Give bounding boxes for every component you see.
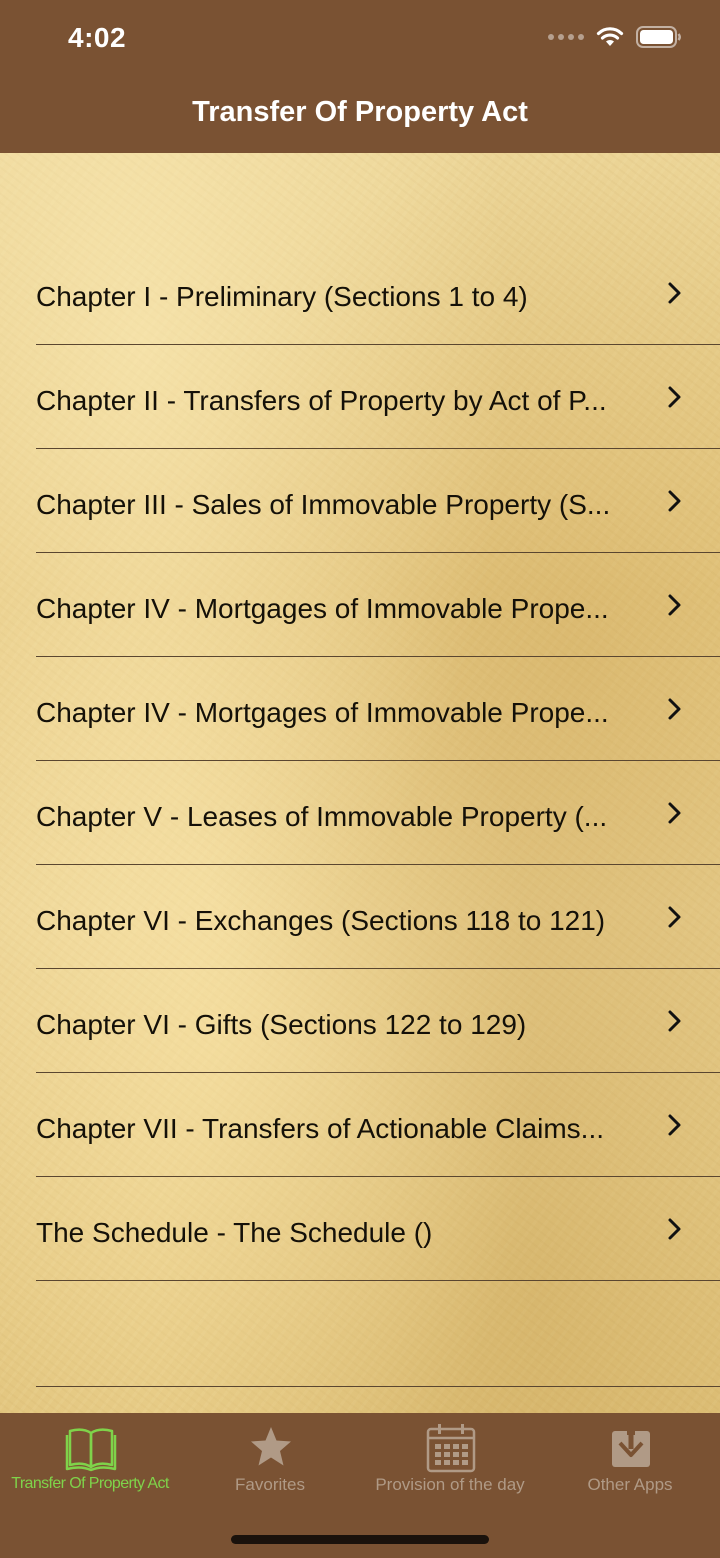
list-divider bbox=[36, 1386, 720, 1387]
page-title: Transfer Of Property Act bbox=[192, 96, 528, 128]
tab-other-apps[interactable]: Other Apps bbox=[540, 1413, 720, 1513]
chevron-right-icon bbox=[668, 1010, 681, 1032]
list-item[interactable]: Chapter VI - Exchanges (Sections 118 to … bbox=[36, 865, 720, 969]
list-item-label: Chapter VI - Gifts (Sections 122 to 129) bbox=[36, 1009, 527, 1040]
list-item[interactable]: Chapter I - Preliminary (Sections 1 to 4… bbox=[36, 241, 720, 345]
list-item-label: Chapter V - Leases of Immovable Property… bbox=[36, 801, 608, 832]
book-icon bbox=[65, 1428, 117, 1472]
list-item[interactable]: Chapter III - Sales of Immovable Propert… bbox=[36, 449, 720, 553]
battery-icon bbox=[636, 26, 681, 48]
tab-label: Transfer Of Property Act bbox=[11, 1475, 169, 1492]
signal-dots-icon bbox=[548, 34, 584, 40]
list-item-label: The Schedule - The Schedule () bbox=[36, 1217, 433, 1248]
chevron-right-icon bbox=[668, 802, 681, 824]
top-bar: 4:02 Transfer Of Property Act bbox=[0, 0, 720, 153]
chevron-right-icon bbox=[668, 594, 681, 616]
tab-label: Other Apps bbox=[587, 1475, 673, 1494]
list-item[interactable]: Chapter VI - Gifts (Sections 122 to 129) bbox=[36, 969, 720, 1073]
list-item-label: Chapter IV - Mortgages of Immovable Prop… bbox=[36, 697, 609, 728]
list-item[interactable]: Chapter IV - Mortgages of Immovable Prop… bbox=[36, 553, 720, 657]
status-time: 4:02 bbox=[68, 22, 127, 53]
tab-label: Provision of the day bbox=[375, 1475, 525, 1494]
list-item[interactable]: Chapter II - Transfers of Property by Ac… bbox=[36, 345, 720, 449]
tab-transfer-of-property-act[interactable]: Transfer Of Property Act bbox=[0, 1413, 180, 1513]
chevron-right-icon bbox=[668, 490, 681, 512]
list-item-label: Chapter VII - Transfers of Actionable Cl… bbox=[36, 1113, 605, 1144]
chevron-right-icon bbox=[668, 282, 681, 304]
home-indicator[interactable] bbox=[231, 1535, 489, 1544]
tab-provision-of-the-day[interactable]: Provision of the day bbox=[360, 1413, 540, 1513]
chevron-right-icon bbox=[668, 906, 681, 928]
chevron-right-icon bbox=[668, 1114, 681, 1136]
chevron-right-icon bbox=[668, 386, 681, 408]
list-item[interactable]: Chapter V - Leases of Immovable Property… bbox=[36, 761, 720, 865]
list-item-label: Chapter I - Preliminary (Sections 1 to 4… bbox=[36, 281, 528, 312]
list-item-label: Chapter VI - Exchanges (Sections 118 to … bbox=[36, 905, 606, 936]
chapter-list: Chapter I - Preliminary (Sections 1 to 4… bbox=[0, 241, 720, 1281]
list-item-label: Chapter IV - Mortgages of Immovable Prop… bbox=[36, 593, 609, 624]
list-item-label: Chapter III - Sales of Immovable Propert… bbox=[36, 489, 611, 520]
app-screen: 4:02 Transfer Of Property Act Chapter I … bbox=[0, 0, 720, 1558]
status-icons bbox=[548, 26, 682, 48]
calendar-icon bbox=[426, 1424, 476, 1473]
list-item[interactable]: The Schedule - The Schedule () bbox=[36, 1177, 720, 1281]
tab-label: Favorites bbox=[235, 1475, 305, 1494]
wifi-icon bbox=[596, 27, 624, 46]
list-item[interactable]: Chapter IV - Mortgages of Immovable Prop… bbox=[36, 657, 720, 761]
star-icon bbox=[251, 1427, 291, 1466]
download-icon bbox=[612, 1423, 650, 1467]
list-item-label: Chapter II - Transfers of Property by Ac… bbox=[36, 385, 607, 416]
list-item[interactable]: Chapter VII - Transfers of Actionable Cl… bbox=[36, 1073, 720, 1177]
tab-favorites[interactable]: Favorites bbox=[180, 1413, 360, 1513]
chevron-right-icon bbox=[668, 698, 681, 720]
chevron-right-icon bbox=[668, 1218, 681, 1240]
